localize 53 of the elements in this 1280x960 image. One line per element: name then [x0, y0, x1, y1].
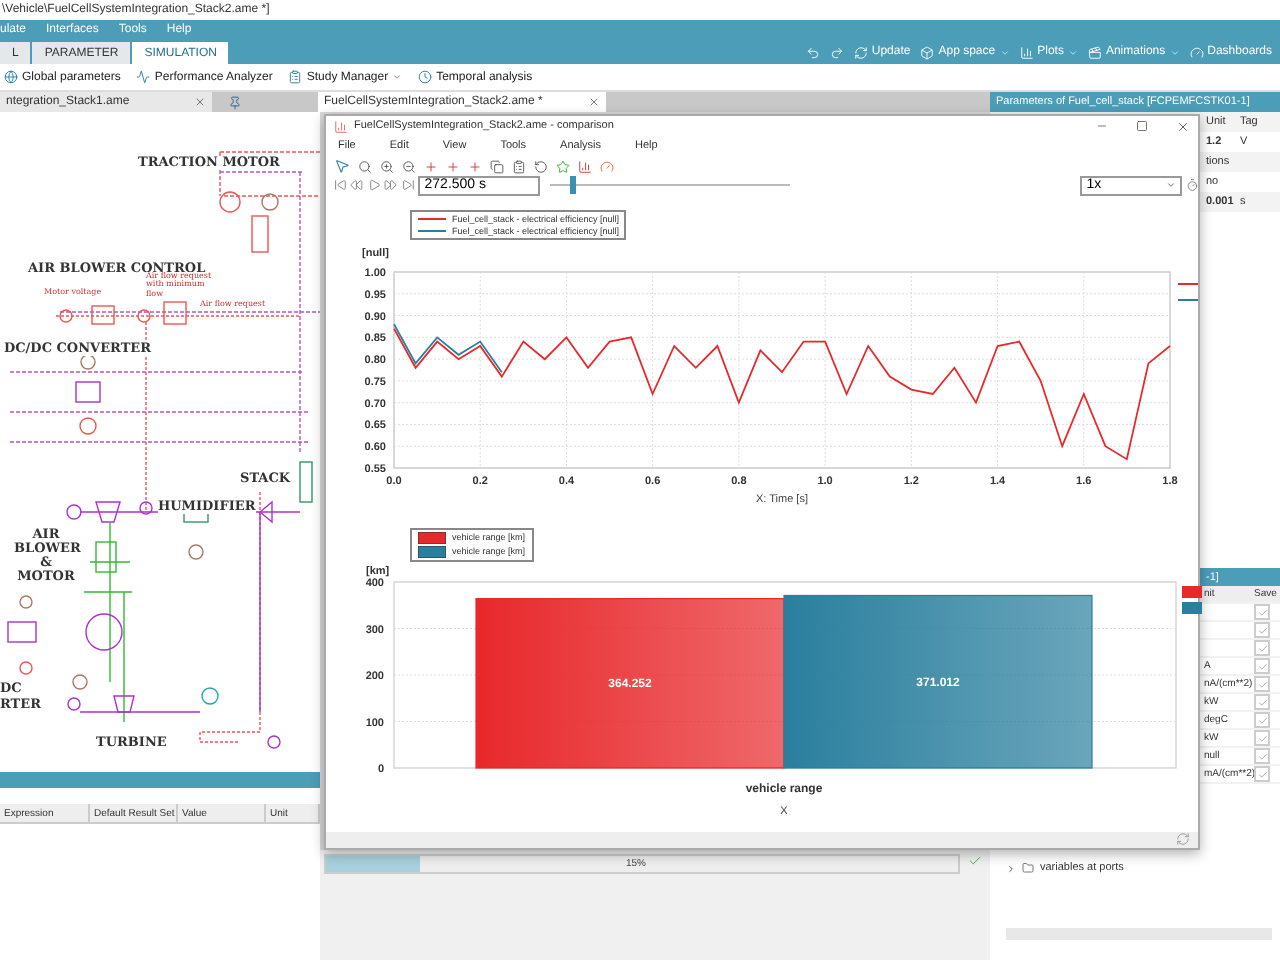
maximize-icon[interactable]: [1136, 120, 1148, 133]
play-icon[interactable]: [367, 178, 381, 193]
reset-icon[interactable]: [534, 159, 548, 174]
save-checkbox[interactable]: [1254, 658, 1270, 674]
close-icon[interactable]: [588, 96, 600, 108]
pin-icon[interactable]: [228, 95, 242, 109]
close-icon[interactable]: [1176, 119, 1190, 134]
clapperboard-icon[interactable]: [1087, 45, 1102, 59]
save-checkbox[interactable]: [1254, 604, 1270, 620]
save-checkbox[interactable]: [1254, 748, 1270, 764]
zoom-out-icon[interactable]: [402, 159, 416, 174]
save-checkbox[interactable]: [1254, 694, 1270, 710]
minimize-icon[interactable]: [1096, 120, 1108, 133]
star-icon[interactable]: [556, 159, 570, 174]
search-icon[interactable]: [358, 159, 372, 174]
gauge-icon[interactable]: [600, 159, 614, 174]
save-checkbox[interactable]: [1254, 730, 1270, 746]
refresh-icon[interactable]: [1176, 832, 1190, 847]
rewind-icon[interactable]: [350, 178, 364, 193]
pointer-icon[interactable]: [334, 158, 350, 175]
series-key-line: [1177, 298, 1199, 301]
plus-icon[interactable]: [468, 159, 482, 174]
activity-icon[interactable]: [136, 70, 151, 84]
series-swatch: [1182, 585, 1202, 598]
caret-icon[interactable]: [1165, 180, 1176, 191]
copy-icon[interactable]: [490, 159, 504, 174]
save-checkbox[interactable]: [1254, 622, 1270, 638]
series-key-line: [1177, 282, 1199, 285]
plus-icon[interactable]: [424, 159, 438, 174]
save-checkbox[interactable]: [1254, 766, 1270, 782]
undo-icon[interactable]: [805, 46, 820, 60]
refresh-icon[interactable]: [853, 45, 868, 59]
caret-icon[interactable]: [392, 72, 403, 82]
plus-icon[interactable]: [446, 159, 460, 174]
series-swatch: [1182, 601, 1202, 614]
clipboard-icon[interactable]: [288, 70, 303, 84]
close-icon[interactable]: [194, 96, 206, 108]
zoom-in-icon[interactable]: [380, 159, 394, 174]
fast-forward-icon[interactable]: [384, 178, 398, 193]
skip-back-icon[interactable]: [334, 178, 347, 193]
timer-icon[interactable]: [1185, 178, 1198, 193]
clipboard-icon[interactable]: [512, 159, 526, 174]
box-icon[interactable]: [920, 45, 935, 59]
globe-icon[interactable]: [4, 70, 18, 84]
folder-icon: [1022, 862, 1034, 874]
slider-thumb[interactable]: [570, 176, 576, 195]
save-checkbox[interactable]: [1254, 676, 1270, 692]
clock-icon[interactable]: [418, 70, 433, 84]
redo-icon[interactable]: [829, 46, 844, 60]
skip-forward-icon[interactable]: [401, 178, 415, 193]
save-checkbox[interactable]: [1254, 712, 1270, 728]
save-checkbox[interactable]: [1254, 640, 1270, 656]
chart-icon[interactable]: [578, 159, 592, 174]
